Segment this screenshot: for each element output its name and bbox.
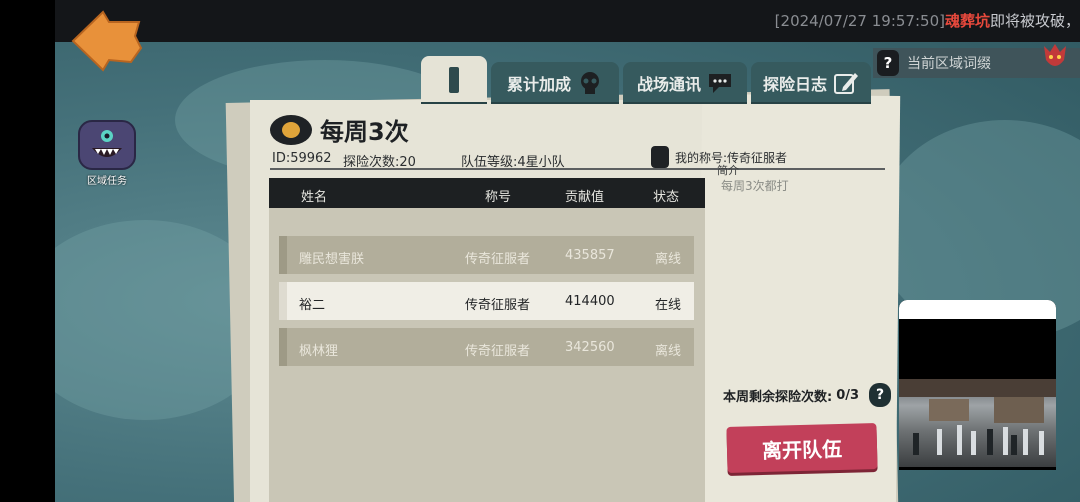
member-name: 裕二 [299, 298, 326, 313]
header-contribution: 贡献值 [565, 190, 605, 205]
member-name: 雕民想害朕 [299, 252, 365, 267]
table-row[interactable]: 枫林狸 传奇征服者 342560 离线 [279, 328, 694, 366]
member-title: 传奇征服者 [465, 344, 531, 359]
region-affix-label: 当前区域词缀 [907, 56, 991, 72]
header-title: 称号 [485, 190, 512, 205]
team-name: 每周3次 [320, 118, 409, 146]
region-task-label: 区域任务 [87, 176, 127, 187]
tab-battlefield-comms[interactable]: 战场通讯 [623, 62, 747, 104]
broadcast-ticker: [2024/07/27 19:57:50]魂葬坑即将被攻破， [775, 10, 1080, 31]
region-task-button[interactable]: 区域任务 [77, 120, 137, 187]
tab-label: 战场通讯 [636, 75, 701, 94]
tab-exploration-log[interactable]: 探险日志 [751, 62, 871, 104]
member-status: 在线 [655, 298, 682, 313]
floating-video-window[interactable] [899, 300, 1056, 470]
intro-heading: 简介 [717, 164, 739, 177]
edit-icon [834, 73, 858, 94]
member-table: 姓名 称号 贡献值 状态 雕民想害朕 传奇征服者 435857 离线 裕二 传奇… [269, 178, 705, 502]
help-icon[interactable]: ? [869, 383, 892, 407]
header-name: 姓名 [301, 190, 328, 205]
ticker-place: 魂葬坑 [944, 12, 990, 30]
tab-cumulative-bonus[interactable]: 累计加成 [491, 62, 619, 104]
member-name: 枫林狸 [299, 344, 339, 359]
skull-icon [581, 72, 599, 94]
intro-text: 每周3次都打 [721, 179, 789, 193]
eye-icon [270, 114, 312, 145]
chat-icon [709, 74, 731, 93]
table-row[interactable]: 雕民想害朕 传奇征服者 435857 离线 [279, 236, 694, 274]
table-header: 姓名 称号 贡献值 状态 [269, 178, 705, 208]
remaining-value: 0/3 [836, 387, 860, 403]
ticker-time: [2024/07/27 19:57:50] [774, 12, 945, 30]
info-icon [449, 67, 459, 93]
member-title: 传奇征服者 [465, 298, 531, 313]
row-marker [279, 236, 287, 274]
member-status: 离线 [655, 252, 682, 267]
back-arrow-icon [71, 10, 143, 72]
top-bar: [2024/07/27 19:57:50]魂葬坑即将被攻破， [55, 0, 1080, 42]
dragon-icon [1044, 44, 1066, 66]
member-status: 离线 [655, 344, 682, 359]
tab-label: 探险日志 [762, 75, 827, 94]
divider [270, 168, 885, 170]
table-row[interactable]: 裕二 传奇征服者 414400 在线 [279, 282, 694, 320]
ticker-text: 即将被攻破， [989, 12, 1080, 30]
panel-header: 每周3次 [270, 112, 409, 147]
member-contribution: 414400 [565, 294, 615, 309]
video-frame [899, 379, 1056, 467]
info-icon [651, 146, 669, 168]
remaining-explorations: 本周剩余探险次数: 0/3 ? [723, 383, 892, 407]
help-icon: ? [877, 50, 899, 76]
monster-icon [78, 120, 136, 170]
member-contribution: 435857 [565, 248, 615, 263]
tab-label: 累计加成 [506, 75, 571, 94]
member-title: 传奇征服者 [465, 252, 531, 267]
back-button[interactable] [69, 8, 143, 74]
video-title-bar [899, 300, 1056, 319]
member-contribution: 342560 [565, 340, 615, 355]
leave-team-button[interactable]: 离开队伍 [726, 423, 878, 473]
remaining-label: 本周剩余探险次数: [723, 389, 833, 405]
row-marker [279, 282, 287, 320]
header-status: 状态 [653, 190, 680, 205]
tab-team-info[interactable] [421, 56, 487, 104]
team-id: ID:59962 [272, 151, 332, 166]
row-marker [279, 328, 287, 366]
